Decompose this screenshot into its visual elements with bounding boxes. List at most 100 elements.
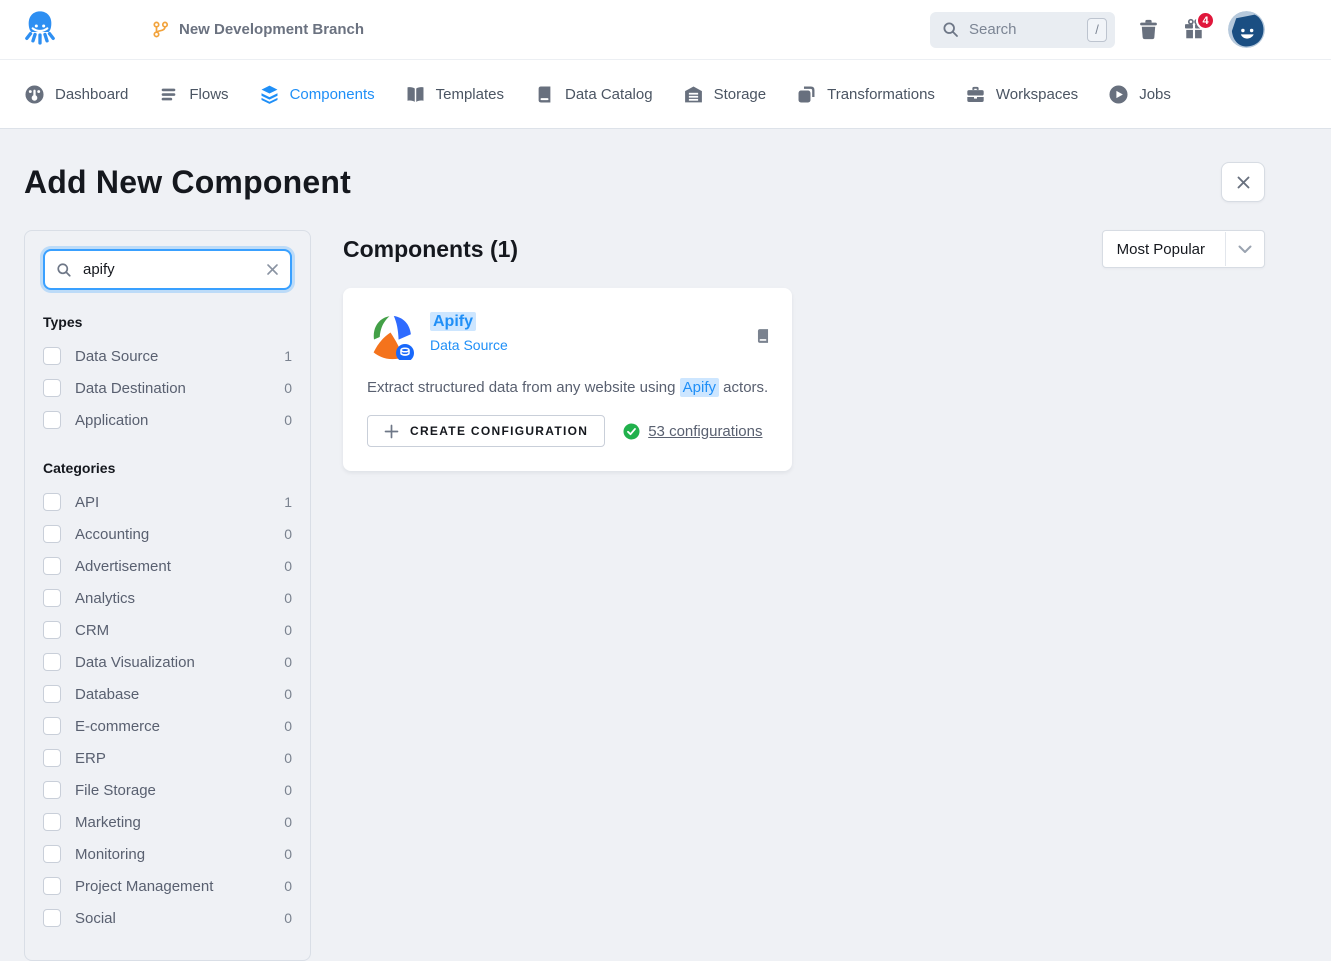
filter-count: 0 — [284, 878, 292, 894]
filter-data-visualization[interactable]: Data Visualization 0 — [43, 646, 292, 678]
types-heading: Types — [43, 314, 292, 330]
component-card-apify[interactable]: Apify Data Source Extract structured dat… — [343, 288, 792, 471]
component-search-input[interactable] — [81, 260, 257, 279]
tab-label: Jobs — [1139, 86, 1171, 103]
filter-label: File Storage — [75, 782, 156, 799]
plus-icon — [384, 424, 399, 439]
filter-application[interactable]: Application 0 — [43, 404, 292, 436]
filter-count: 0 — [284, 782, 292, 798]
checkbox[interactable] — [43, 525, 61, 543]
results-heading: Components (1) — [343, 236, 518, 263]
sort-value: Most Popular — [1103, 231, 1225, 267]
component-name[interactable]: Apify — [430, 312, 508, 331]
filter-api[interactable]: API 1 — [43, 486, 292, 518]
filter-label: Data Visualization — [75, 654, 195, 671]
filter-data-destination[interactable]: Data Destination 0 — [43, 372, 292, 404]
flows-icon — [158, 84, 179, 105]
checkbox[interactable] — [43, 749, 61, 767]
branch-selector[interactable]: New Development Branch — [152, 21, 364, 38]
filter-count: 1 — [284, 348, 292, 364]
checkbox[interactable] — [43, 347, 61, 365]
checkbox[interactable] — [43, 589, 61, 607]
checkbox[interactable] — [43, 621, 61, 639]
avatar[interactable] — [1228, 11, 1265, 48]
documentation-icon[interactable] — [754, 327, 772, 350]
checkbox[interactable] — [43, 717, 61, 735]
component-description: Extract structured data from any website… — [367, 379, 768, 396]
filter-label: ERP — [75, 750, 106, 767]
configurations-link-label: 53 configurations — [648, 423, 762, 440]
checkbox[interactable] — [43, 909, 61, 927]
filter-project-management[interactable]: Project Management 0 — [43, 870, 292, 902]
tab-templates[interactable]: Templates — [405, 84, 504, 105]
create-configuration-label: Create configuration — [410, 424, 588, 438]
checkbox[interactable] — [43, 379, 61, 397]
tab-data-catalog[interactable]: Data Catalog — [534, 84, 653, 105]
tab-label: Flows — [189, 86, 228, 103]
checkbox[interactable] — [43, 411, 61, 429]
briefcase-icon — [965, 84, 986, 105]
filter-marketing[interactable]: Marketing 0 — [43, 806, 292, 838]
warehouse-icon — [683, 84, 704, 105]
search-input[interactable] — [967, 20, 1079, 39]
trash-button[interactable] — [1137, 18, 1160, 41]
clear-search-icon[interactable] — [266, 263, 279, 276]
tab-workspaces[interactable]: Workspaces — [965, 84, 1078, 105]
checkbox[interactable] — [43, 813, 61, 831]
checkbox[interactable] — [43, 781, 61, 799]
filter-count: 0 — [284, 718, 292, 734]
filter-count: 0 — [284, 526, 292, 542]
configurations-link[interactable]: 53 configurations — [623, 423, 762, 440]
tab-label: Components — [290, 86, 375, 103]
close-icon — [1236, 175, 1251, 190]
filter-label: Database — [75, 686, 139, 703]
open-book-icon — [405, 84, 426, 105]
close-button[interactable] — [1221, 162, 1265, 202]
checkbox[interactable] — [43, 877, 61, 895]
play-circle-icon — [1108, 84, 1129, 105]
filter-label: Monitoring — [75, 846, 145, 863]
filter-database[interactable]: Database 0 — [43, 678, 292, 710]
component-type-link[interactable]: Data Source — [430, 337, 508, 353]
layers-icon — [259, 84, 280, 105]
filter-social[interactable]: Social 0 — [43, 902, 292, 934]
filter-count: 0 — [284, 814, 292, 830]
top-header: New Development Branch / — [0, 0, 1331, 60]
filter-advertisement[interactable]: Advertisement 0 — [43, 550, 292, 582]
checkbox[interactable] — [43, 845, 61, 863]
checkbox[interactable] — [43, 653, 61, 671]
tab-dashboard[interactable]: Dashboard — [24, 84, 128, 105]
documents-icon — [796, 84, 817, 105]
tab-jobs[interactable]: Jobs — [1108, 84, 1171, 105]
filter-analytics[interactable]: Analytics 0 — [43, 582, 292, 614]
checkbox[interactable] — [43, 557, 61, 575]
tab-label: Workspaces — [996, 86, 1078, 103]
shortcut-key-badge: / — [1087, 18, 1107, 42]
filter-e-commerce[interactable]: E-commerce 0 — [43, 710, 292, 742]
create-configuration-button[interactable]: Create configuration — [367, 415, 605, 447]
sort-dropdown[interactable]: Most Popular — [1102, 230, 1265, 268]
tab-components[interactable]: Components — [259, 84, 375, 105]
filter-erp[interactable]: ERP 0 — [43, 742, 292, 774]
tab-transformations[interactable]: Transformations — [796, 84, 935, 105]
git-branch-icon — [152, 21, 169, 38]
filter-accounting[interactable]: Accounting 0 — [43, 518, 292, 550]
filter-label: Data Destination — [75, 380, 186, 397]
filter-label: Analytics — [75, 590, 135, 607]
categories-heading: Categories — [43, 460, 292, 476]
keboola-octopus-logo[interactable] — [24, 9, 56, 51]
gift-badge: 4 — [1196, 11, 1215, 30]
filter-data-source[interactable]: Data Source 1 — [43, 340, 292, 372]
checkbox[interactable] — [43, 493, 61, 511]
filter-crm[interactable]: CRM 0 — [43, 614, 292, 646]
filters-panel: Types Data Source 1 Data Destination 0 A… — [24, 230, 311, 961]
checkbox[interactable] — [43, 685, 61, 703]
filter-file-storage[interactable]: File Storage 0 — [43, 774, 292, 806]
component-search[interactable] — [43, 249, 292, 290]
tab-flows[interactable]: Flows — [158, 84, 228, 105]
gift-button[interactable]: 4 — [1182, 18, 1206, 41]
global-search[interactable]: / — [930, 12, 1115, 48]
filter-count: 0 — [284, 654, 292, 670]
tab-storage[interactable]: Storage — [683, 84, 767, 105]
filter-monitoring[interactable]: Monitoring 0 — [43, 838, 292, 870]
